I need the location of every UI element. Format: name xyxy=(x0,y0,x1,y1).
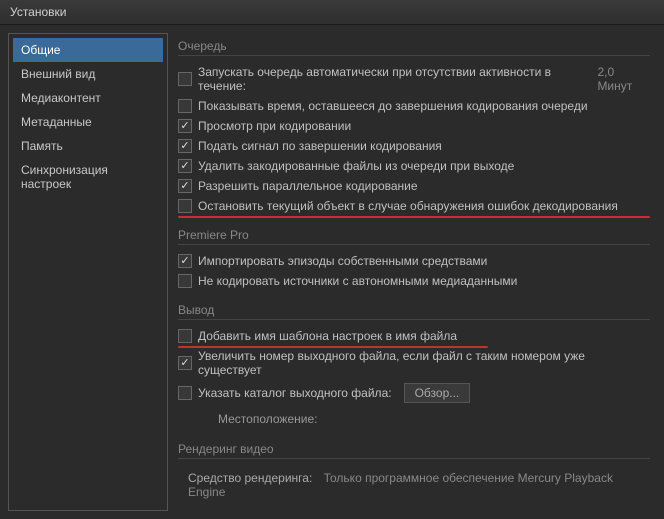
autostart-value[interactable]: 2,0 Минут xyxy=(597,65,650,93)
label-signal: Подать сигнал по завершении кодирования xyxy=(198,139,442,153)
label-import: Импортировать эпизоды собственными средс… xyxy=(198,254,487,268)
label-increment: Увеличить номер выходного файла, если фа… xyxy=(198,349,650,377)
label-showtime: Показывать время, оставшееся до завершен… xyxy=(198,99,588,113)
checkbox-showtime[interactable] xyxy=(178,99,192,113)
sidebar-item-general[interactable]: Общие xyxy=(13,38,163,62)
browse-button[interactable]: Обзор... xyxy=(404,383,471,403)
sidebar-item-sync[interactable]: Синхронизация настроек xyxy=(13,158,163,196)
checkbox-addname[interactable] xyxy=(178,329,192,343)
label-nocode: Не кодировать источники с автономными ме… xyxy=(198,274,517,288)
checkbox-delete[interactable] xyxy=(178,159,192,173)
checkbox-nocode[interactable] xyxy=(178,274,192,288)
sidebar-item-media[interactable]: Медиаконтент xyxy=(13,86,163,110)
location-label: Местоположение: xyxy=(178,406,650,436)
main-panel: Очередь Запускать очередь автоматически … xyxy=(178,33,656,511)
checkbox-folder[interactable] xyxy=(178,386,192,400)
section-queue-title: Очередь xyxy=(178,39,650,56)
label-parallel: Разрешить параллельное кодирование xyxy=(198,179,418,193)
sidebar-item-memory[interactable]: Память xyxy=(13,134,163,158)
label-preview: Просмотр при кодировании xyxy=(198,119,351,133)
section-render-title: Рендеринг видео xyxy=(178,442,650,459)
checkbox-preview[interactable] xyxy=(178,119,192,133)
sidebar-item-metadata[interactable]: Метаданные xyxy=(13,110,163,134)
label-stop: Остановить текущий объект в случае обнар… xyxy=(198,199,618,213)
section-premiere-title: Premiere Pro xyxy=(178,228,650,245)
label-delete: Удалить закодированные файлы из очереди … xyxy=(198,159,514,173)
checkbox-stop[interactable] xyxy=(178,199,192,213)
sidebar-item-appearance[interactable]: Внешний вид xyxy=(13,62,163,86)
render-label: Средство рендеринга: xyxy=(188,471,312,485)
checkbox-autostart[interactable] xyxy=(178,72,192,86)
checkbox-signal[interactable] xyxy=(178,139,192,153)
label-autostart: Запускать очередь автоматически при отсу… xyxy=(198,65,585,93)
label-addname: Добавить имя шаблона настроек в имя файл… xyxy=(198,329,457,343)
checkbox-import[interactable] xyxy=(178,254,192,268)
checkbox-parallel[interactable] xyxy=(178,179,192,193)
sidebar: Общие Внешний вид Медиаконтент Метаданны… xyxy=(8,33,168,511)
checkbox-increment[interactable] xyxy=(178,356,192,370)
section-output-title: Вывод xyxy=(178,303,650,320)
window-title: Установки xyxy=(0,0,664,25)
label-folder: Указать каталог выходного файла: xyxy=(198,386,392,400)
